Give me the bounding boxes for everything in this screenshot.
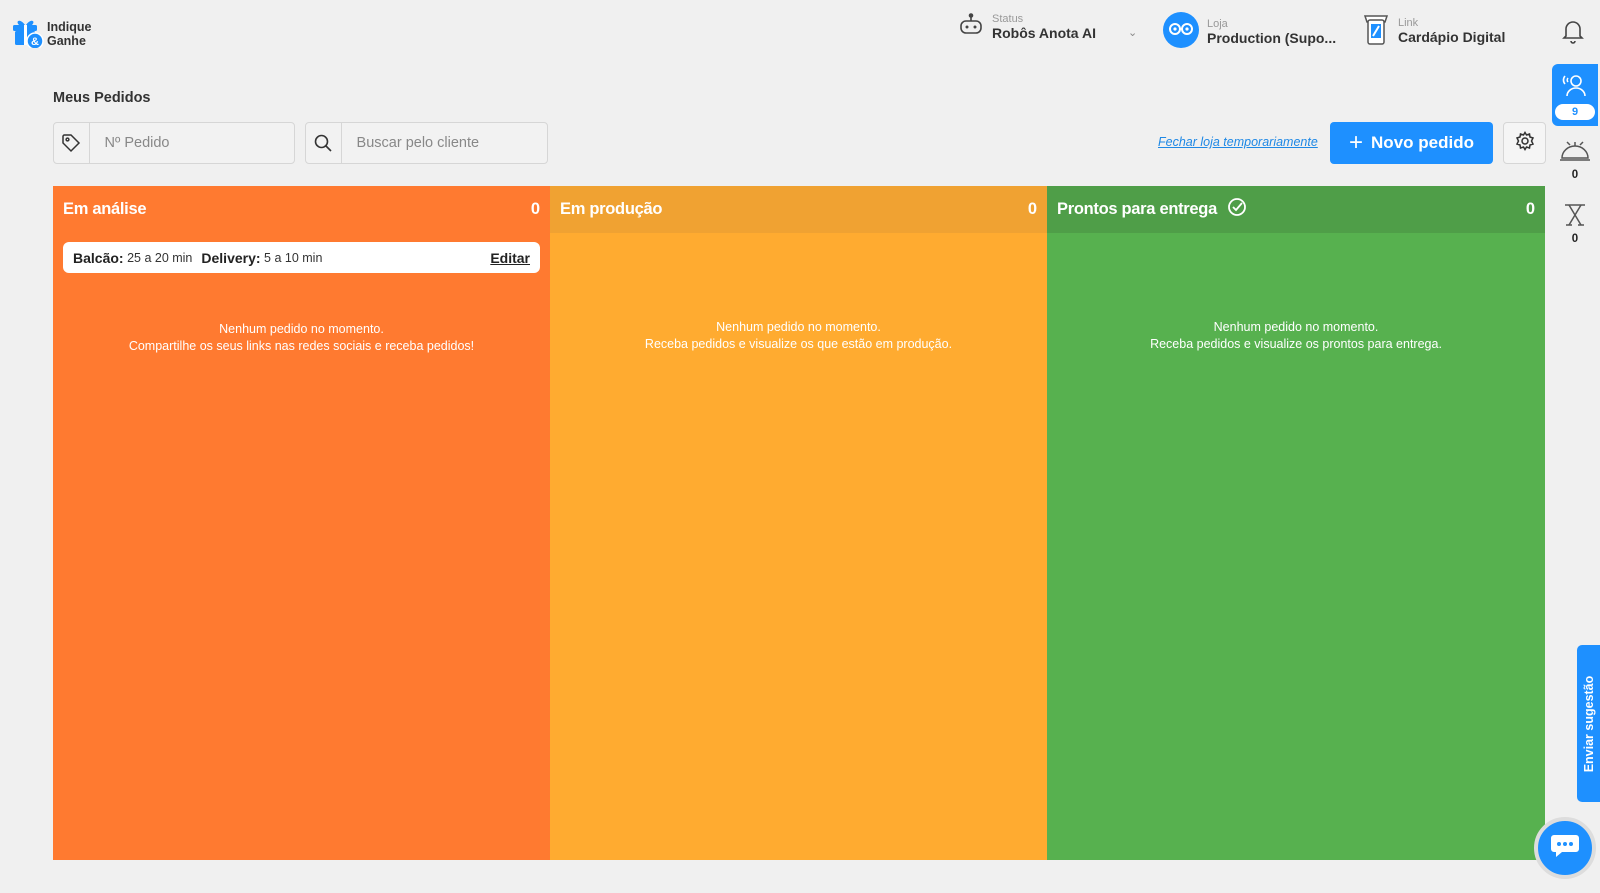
new-order-button[interactable]: + Novo pedido [1330,122,1493,164]
chat-button[interactable] [1534,817,1596,879]
edit-times-link[interactable]: Editar [490,250,530,266]
plus-icon: + [1349,129,1364,156]
order-number-field [53,122,295,164]
service-bell-button[interactable]: 0 [1552,138,1598,181]
empty-state: Nenhum pedido no momento. Receba pedidos… [550,319,1047,353]
empty-state: Nenhum pedido no momento. Compartilhe os… [53,321,550,355]
tag-icon [54,123,90,163]
delivery-time: 5 a 10 min [264,250,323,265]
column-header: Em produção 0 [550,186,1047,233]
column-count: 0 [530,200,540,218]
empty-state: Nenhum pedido no momento. Receba pedidos… [1047,319,1545,353]
store-value: Production (Supo... [1207,30,1337,46]
svg-text:&: & [31,36,39,48]
counter-label: Balcão: [73,249,124,266]
chevron-down-icon[interactable]: ⌄ [1128,26,1137,39]
empty-hint: Compartilhe os seus links nas redes soci… [128,339,475,353]
status-selector[interactable]: Status Robôs Anota AI [958,12,1096,43]
column-in-analysis: Em análise 0 Balcão: 25 a 20 min Deliver… [53,186,550,860]
send-suggestion-tab[interactable]: Enviar sugestão [1577,645,1600,802]
customer-search-field [305,122,548,164]
tables-button[interactable]: 0 [1552,202,1598,245]
page-title: Meus Pedidos [53,90,151,106]
table-count: 0 [1571,233,1579,245]
status-label: Status [992,13,1024,25]
top-bar: & Indique Ganhe Status Robôs Anota AI ⌄ [0,0,1600,64]
order-number-input[interactable] [89,123,294,163]
indique-ganhe-link[interactable]: & Indique Ganhe [10,14,91,53]
empty-message: Nenhum pedido no momento. [1213,320,1379,334]
link-value: Cardápio Digital [1398,29,1506,45]
robot-icon [958,12,984,43]
column-count: 0 [1525,200,1535,218]
waiters-count: 9 [1555,104,1595,120]
send-suggestion-label: Enviar sugestão [1581,675,1596,772]
store-avatar [1163,12,1199,53]
column-header: Em análise 0 [53,186,550,233]
counter-time: 25 a 20 min [127,250,193,265]
service-bell-icon [1558,141,1592,168]
menu-phone-icon [1362,12,1390,51]
brand-line-1: Indique [47,19,92,34]
check-circle-icon [1227,197,1247,222]
empty-message: Nenhum pedido no momento. [716,320,881,334]
settings-button[interactable] [1503,122,1546,164]
store-label: Loja [1207,18,1228,30]
column-header: Prontos para entrega 0 [1047,186,1545,233]
bell-icon[interactable] [1561,18,1585,49]
search-icon [306,123,342,163]
delivery-label: Delivery: [201,249,261,266]
brand-line-2: Ganhe [47,33,86,48]
close-store-link[interactable]: Fechar loja temporariamente [1158,135,1318,149]
bell-count: 0 [1571,169,1579,181]
link-label: Link [1398,17,1419,29]
prep-time-card: Balcão: 25 a 20 min Delivery: 5 a 10 min… [63,242,540,273]
empty-hint: Receba pedidos e visualize os que estão … [644,337,953,351]
table-icon [1560,204,1590,232]
new-order-label: Novo pedido [1371,133,1474,152]
column-title: Em análise [63,200,147,218]
column-count: 0 [1027,200,1037,218]
status-value: Robôs Anota AI [992,25,1096,41]
store-selector[interactable]: Loja Production (Supo... [1163,12,1336,53]
gift-icon: & [10,14,44,53]
digital-menu-link[interactable]: Link Cardápio Digital [1362,12,1505,51]
column-title: Prontos para entrega [1057,200,1217,218]
gear-icon [1515,130,1535,156]
empty-hint: Receba pedidos e visualize os prontos pa… [1150,337,1442,351]
column-title: Em produção [560,200,663,218]
column-ready-for-delivery: Prontos para entrega 0 Nenhum pedido no … [1047,186,1545,860]
column-in-production: Em produção 0 Nenhum pedido no momento. … [550,186,1047,860]
customer-search-input[interactable] [341,123,547,163]
waiters-button[interactable]: 9 [1552,64,1598,126]
empty-message: Nenhum pedido no momento. [219,322,384,336]
waiter-call-icon [1560,70,1590,105]
chat-bubble-icon [1550,833,1580,864]
